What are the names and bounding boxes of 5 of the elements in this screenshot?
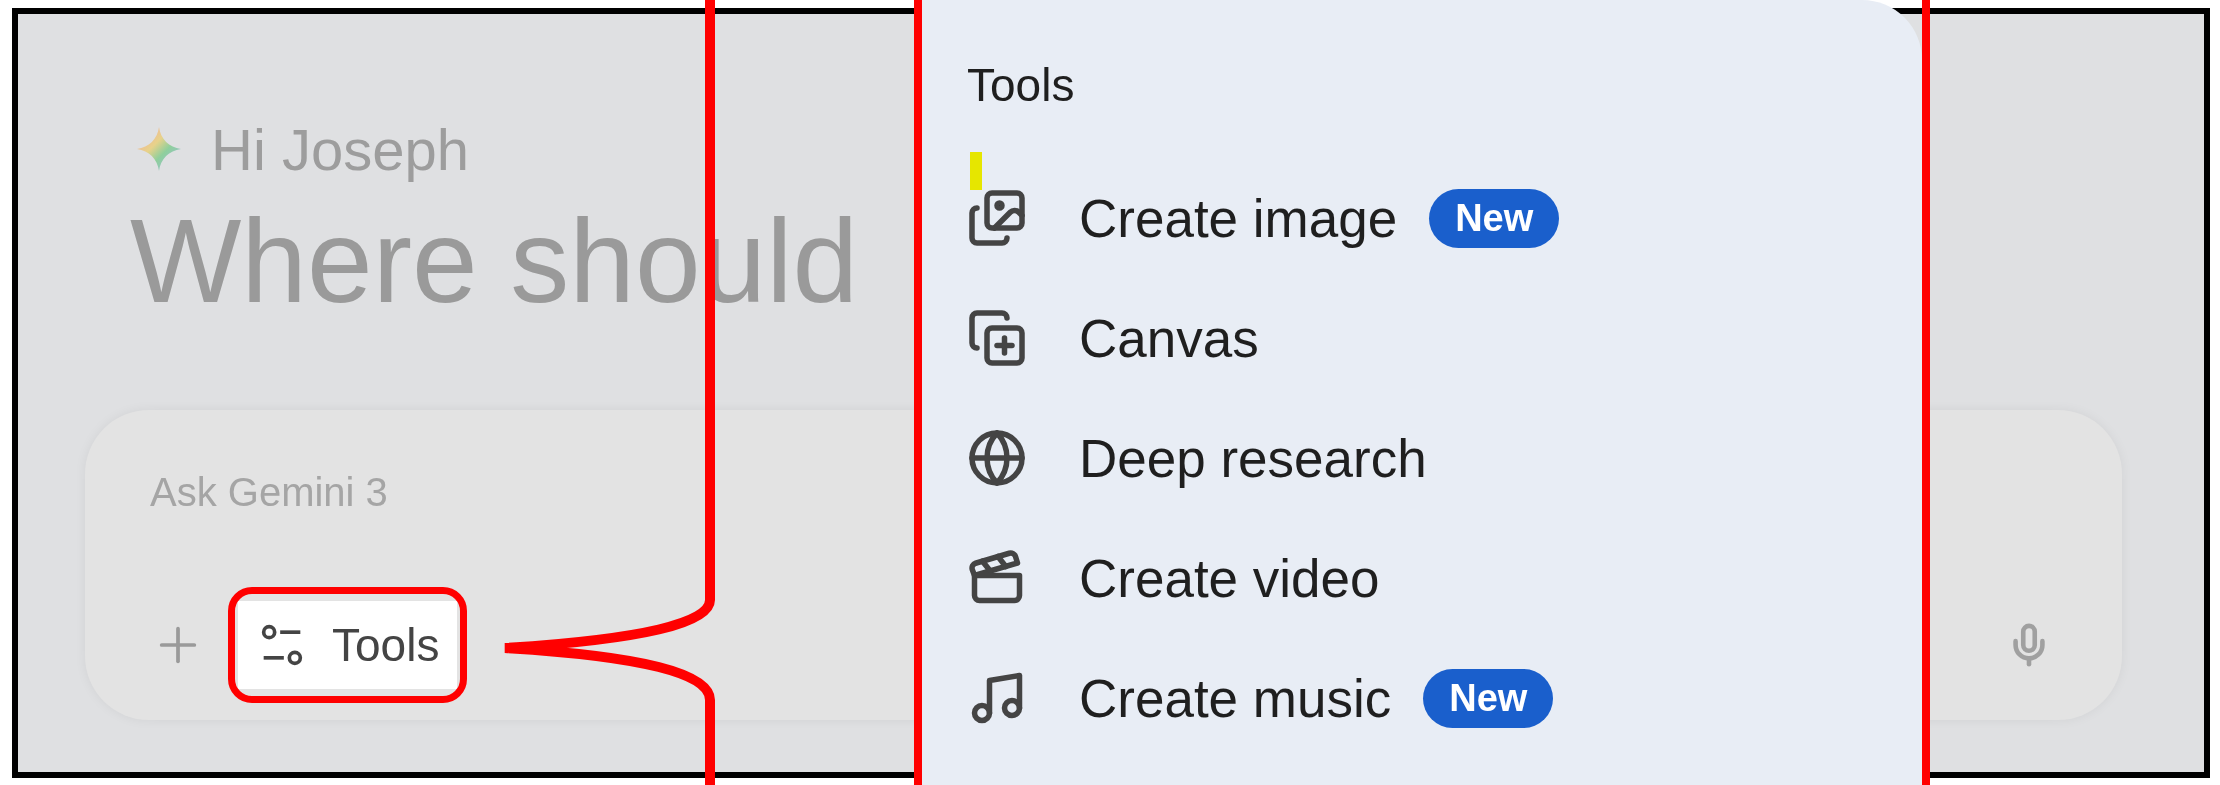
input-placeholder: Ask Gemini 3 xyxy=(150,470,388,516)
new-badge: New xyxy=(1429,188,1560,248)
new-badge: New xyxy=(1423,668,1554,728)
menu-title: Tools xyxy=(967,58,1076,113)
greeting-text: Hi Joseph xyxy=(211,115,469,183)
